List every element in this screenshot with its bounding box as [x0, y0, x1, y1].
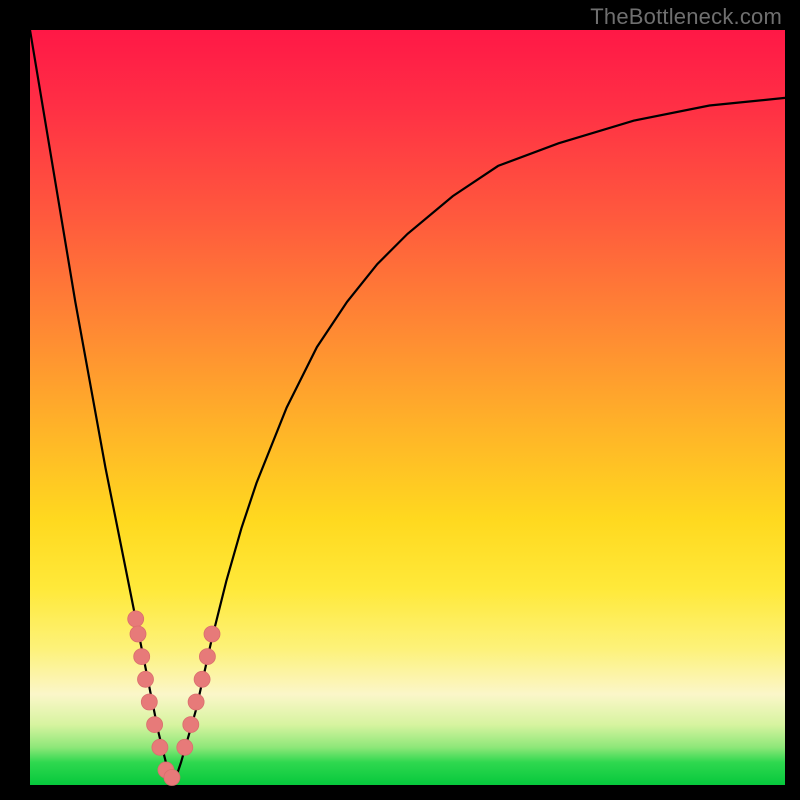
highlight-marker	[130, 626, 146, 642]
highlight-marker	[199, 649, 215, 665]
highlight-marker	[177, 739, 193, 755]
highlight-marker	[147, 717, 163, 733]
highlight-marker	[164, 770, 180, 786]
highlight-marker	[134, 649, 150, 665]
highlight-marker	[152, 739, 168, 755]
highlight-marker	[128, 611, 144, 627]
chart-frame: TheBottleneck.com	[0, 0, 800, 800]
plot-area	[30, 30, 785, 785]
highlight-marker	[183, 717, 199, 733]
curve-layer	[30, 30, 785, 785]
highlight-marker	[188, 694, 204, 710]
highlight-marker	[194, 671, 210, 687]
watermark-text: TheBottleneck.com	[590, 4, 782, 30]
marker-group	[128, 611, 220, 786]
highlight-marker	[204, 626, 220, 642]
highlight-marker	[138, 671, 154, 687]
highlight-marker	[141, 694, 157, 710]
